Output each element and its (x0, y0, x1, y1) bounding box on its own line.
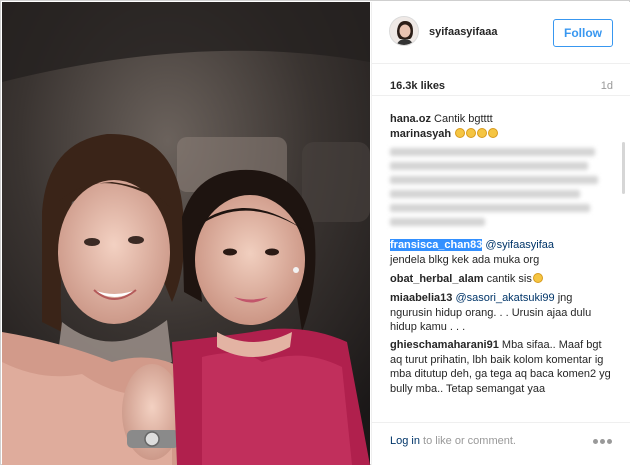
login-prompt-text: to like or comment. (423, 435, 516, 447)
avatar-image (390, 17, 418, 45)
likes-count[interactable]: 16.3k likes (390, 80, 445, 92)
login-prompt: Log in to like or comment. (390, 435, 516, 447)
comment-mention[interactable]: @sasori_akatsuki99 (455, 292, 554, 304)
comment-text: Cantik bgtttt (434, 113, 493, 125)
post-username[interactable]: syifaasyifaaa (429, 26, 498, 38)
selfie-photo-illustration (2, 2, 370, 465)
comment-username[interactable]: fransisca_chan83 (390, 239, 483, 251)
comment-item: ghieschamaharani91 Mba sifaa.. Maaf bgt … (390, 338, 612, 396)
comment-text: jendela blkg kek ada muka org (390, 253, 540, 266)
comment-username[interactable]: ghieschamaharani91 (390, 339, 499, 351)
post-footer: Log in to like or comment. (372, 422, 630, 465)
follow-button[interactable]: Follow (553, 19, 613, 47)
post-side-panel: syifaasyifaaa Follow 16.3k likes 1d hana… (371, 2, 630, 465)
comment-item: miaabelia13 @sasori_akatsuki99 jng nguru… (390, 291, 612, 335)
instagram-post-window: syifaasyifaaa Follow 16.3k likes 1d hana… (0, 0, 630, 465)
comments-list: hana.oz Cantik bgtttt marinasyah fransis… (372, 104, 630, 422)
comment-username[interactable]: obat_herbal_alam (390, 273, 484, 285)
redacted-comment (390, 148, 600, 236)
emoji-icon (477, 128, 488, 138)
comment-item: fransisca_chan83 @syifaasyifaa jendela b… (390, 238, 612, 267)
emoji-icon (488, 128, 499, 138)
emoji-icon (532, 273, 543, 283)
comment-username[interactable]: hana.oz (390, 113, 431, 125)
comment-username[interactable]: miaabelia13 (390, 292, 452, 304)
comment-mention[interactable]: @syifaasyifaa (485, 239, 554, 251)
avatar[interactable] (389, 16, 419, 46)
comments-scrollbar[interactable] (622, 142, 625, 194)
emoji-icon (466, 128, 477, 138)
comment-text: cantik sis (486, 273, 532, 285)
likes-row: 16.3k likes 1d (372, 64, 630, 96)
more-options-icon[interactable] (593, 439, 613, 445)
post-photo[interactable] (2, 2, 370, 465)
comment-username[interactable]: marinasyah (390, 128, 451, 140)
emoji-icon (455, 128, 466, 138)
post-time[interactable]: 1d (601, 80, 613, 92)
comment-item: marinasyah (390, 127, 612, 142)
comment-item: hana.oz Cantik bgtttt (390, 112, 612, 127)
comment-item: obat_herbal_alam cantik sis (390, 272, 612, 287)
login-link[interactable]: Log in (390, 435, 420, 447)
post-header: syifaasyifaaa Follow (372, 2, 630, 64)
